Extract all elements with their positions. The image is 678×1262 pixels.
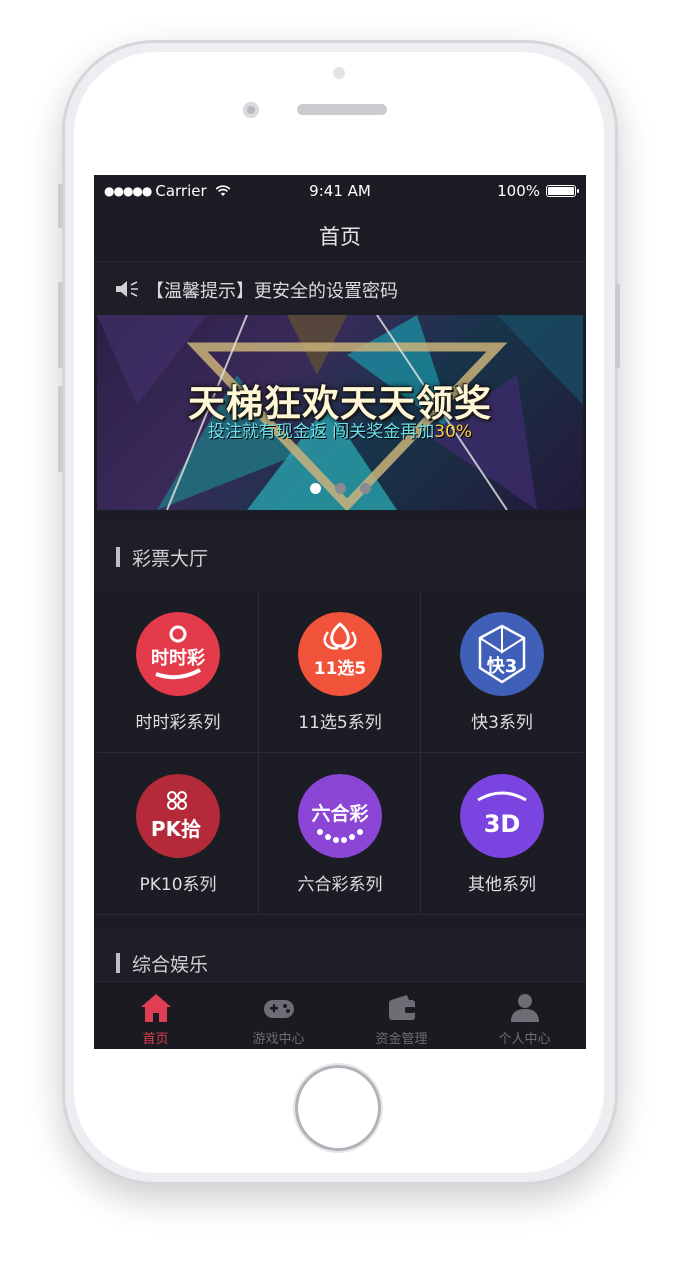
pager-dot-1[interactable] — [309, 483, 321, 494]
kuai3-icon: 快3 — [460, 612, 544, 696]
promo-banner[interactable]: 天梯狂欢天天领奖 投注就有现金返 闯关奖金再加30% — [97, 315, 583, 510]
lottery-item-other[interactable]: 3D 其他系列 — [421, 753, 583, 915]
tab-game-center[interactable]: 游戏中心 — [217, 982, 340, 1049]
status-right: 100% — [497, 182, 579, 200]
entertainment-title: 综合娱乐 — [132, 954, 209, 976]
lottery-item-shishicai[interactable]: 时时彩 时时彩系列 — [97, 591, 259, 753]
pk10-icon: PK拾 — [136, 774, 220, 858]
lottery-item-11x5[interactable]: 11选5 11选5系列 — [259, 591, 421, 753]
tab-label: 游戏中心 — [252, 1032, 305, 1047]
tab-label: 资金管理 — [375, 1032, 428, 1047]
pk10-icon-text: PK拾 — [151, 817, 201, 841]
battery-percent: 100% — [497, 182, 540, 200]
pager-dot-3[interactable] — [359, 483, 371, 494]
mute-switch — [58, 184, 63, 228]
page-title: 首页 — [319, 225, 361, 249]
tab-label: 首页 — [142, 1032, 169, 1047]
lottery-grid: 时时彩 时时彩系列 11选5 11选5系列 快3 快3系列 PK拾 PK10系列… — [97, 591, 583, 915]
proximity-sensor — [333, 67, 345, 79]
11x5-icon-text: 11选5 — [314, 659, 367, 679]
kuai3-icon-text: 快3 — [487, 655, 518, 677]
lottery-hall-title: 彩票大厅 — [132, 548, 209, 570]
tab-bar: 首页 游戏中心 资金管理 个人中心 — [94, 981, 586, 1049]
lottery-item-label: 时时彩系列 — [135, 713, 221, 733]
app-screen: ●●●●● Carrier 9:41 AM 100% 首页 【温馨提示】更安全的… — [94, 175, 586, 1049]
status-bar: ●●●●● Carrier 9:41 AM 100% — [94, 175, 586, 207]
liuhecai-icon-text: 六合彩 — [311, 802, 368, 825]
lottery-hall-header: 彩票大厅 — [94, 523, 586, 589]
liuhecai-icon: 六合彩 — [298, 774, 382, 858]
3d-icon: 3D — [460, 774, 544, 858]
pager-dot-2[interactable] — [334, 483, 346, 494]
gamepad-icon — [263, 1000, 294, 1018]
banner-subline-highlight: 30% — [434, 422, 473, 442]
lottery-item-label: 其他系列 — [468, 875, 536, 895]
front-camera — [243, 102, 259, 118]
tab-profile[interactable]: 个人中心 — [463, 982, 586, 1049]
shishicai-icon: 时时彩 — [136, 612, 220, 696]
section-accent-bar — [116, 953, 120, 973]
tab-funds[interactable]: 资金管理 — [340, 982, 463, 1049]
volume-down-button — [58, 386, 63, 472]
speaker-icon — [116, 281, 138, 297]
earpiece-speaker — [297, 104, 387, 115]
home-button[interactable] — [295, 1065, 381, 1151]
banner-subline-text: 投注就有现金返 闯关奖金再加 — [207, 422, 435, 442]
battery-icon — [546, 185, 579, 197]
lottery-item-pk10[interactable]: PK拾 PK10系列 — [97, 753, 259, 915]
navigation-bar: 首页 — [94, 207, 586, 262]
notice-bar[interactable]: 【温馨提示】更安全的设置密码 — [94, 262, 586, 315]
lottery-item-kuai3[interactable]: 快3 快3系列 — [421, 591, 583, 753]
banner-pager — [97, 483, 583, 494]
lottery-item-label: 六合彩系列 — [297, 875, 383, 895]
home-icon — [140, 994, 171, 1022]
tab-label: 个人中心 — [498, 1032, 551, 1047]
3d-icon-text: 3D — [484, 810, 521, 838]
tab-home[interactable]: 首页 — [94, 982, 217, 1049]
notice-text: 【温馨提示】更安全的设置密码 — [146, 281, 398, 302]
lottery-item-liuhecai[interactable]: 六合彩 六合彩系列 — [259, 753, 421, 915]
lottery-item-label: 快3系列 — [471, 713, 533, 733]
wallet-icon — [388, 995, 415, 1020]
banner-subline: 投注就有现金返 闯关奖金再加30% — [97, 417, 583, 442]
volume-up-button — [58, 282, 63, 368]
lottery-item-label: PK10系列 — [139, 875, 217, 895]
shishicai-icon-text: 时时彩 — [151, 648, 205, 669]
section-accent-bar — [116, 547, 120, 567]
person-icon — [510, 994, 539, 1022]
11x5-icon: 11选5 — [298, 612, 382, 696]
lottery-item-label: 11选5系列 — [298, 713, 382, 733]
power-button — [615, 284, 620, 368]
